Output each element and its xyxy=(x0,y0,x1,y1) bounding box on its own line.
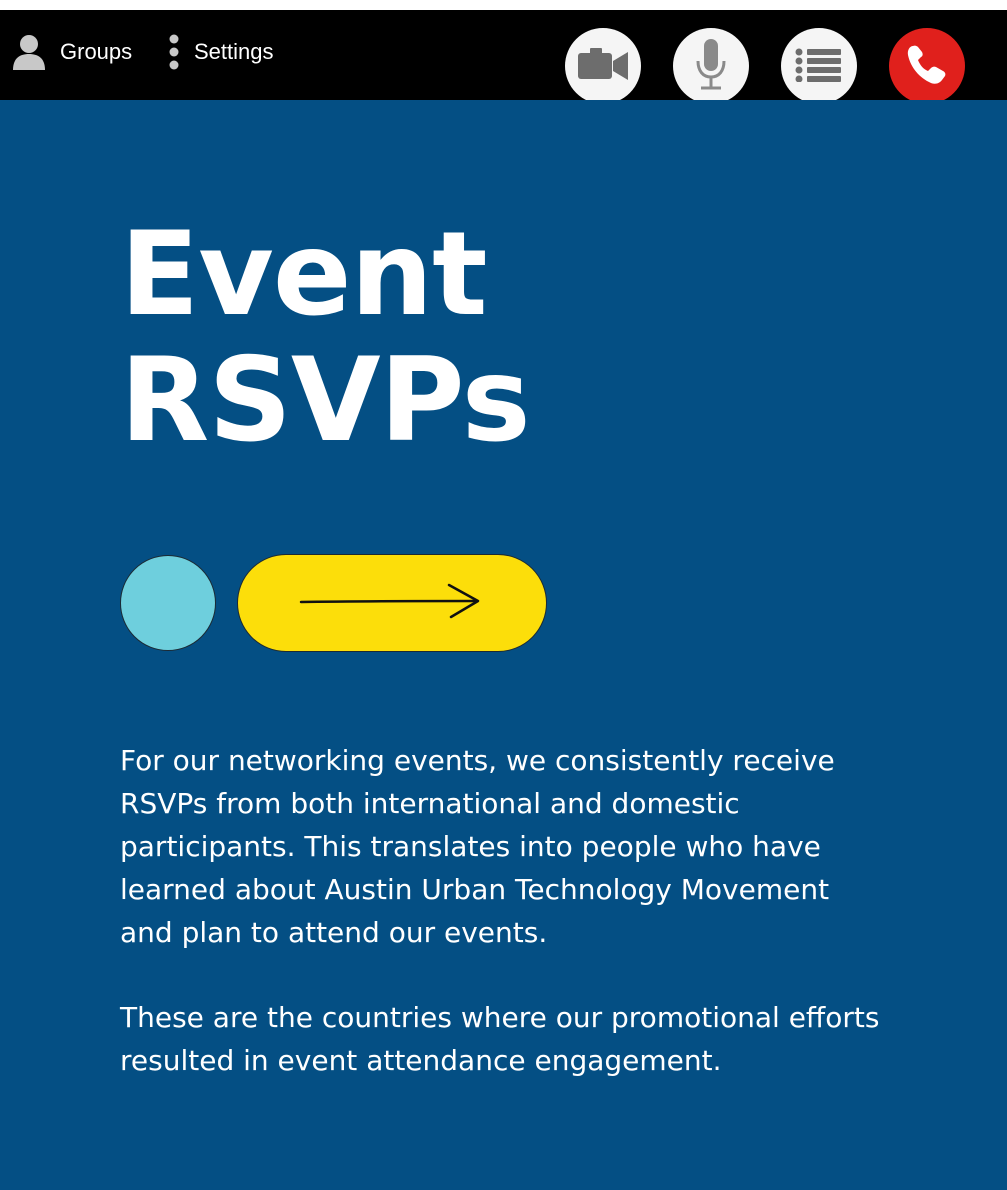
arrow-right-icon xyxy=(297,581,487,626)
microphone-button[interactable] xyxy=(673,28,749,104)
vertical-dots-icon xyxy=(168,34,180,70)
intro-paragraph: For our networking events, we consistent… xyxy=(120,744,835,949)
next-arrow-button[interactable] xyxy=(237,554,547,652)
settings-label: Settings xyxy=(194,39,274,64)
settings-menu[interactable]: Settings xyxy=(168,32,274,72)
video-button[interactable] xyxy=(565,28,641,104)
title-line-2: RSVPs xyxy=(120,333,531,468)
hang-up-button[interactable] xyxy=(889,28,965,104)
decorative-circle xyxy=(120,555,216,651)
person-icon xyxy=(12,34,46,70)
video-camera-icon xyxy=(576,47,630,85)
slide-title: Event RSVPs xyxy=(120,212,531,464)
phone-hangup-icon xyxy=(905,43,949,90)
groups-label: Groups xyxy=(60,39,133,64)
slide: Event RSVPs For our networking events, w… xyxy=(0,100,1007,1190)
call-toolbar: Groups Settings xyxy=(0,10,1007,104)
microphone-icon xyxy=(694,37,728,96)
countries-paragraph: These are the countries where our promot… xyxy=(120,1001,880,1077)
list-icon xyxy=(795,48,843,85)
title-line-1: Event xyxy=(120,207,488,342)
list-button[interactable] xyxy=(781,28,857,104)
groups-menu[interactable]: Groups xyxy=(12,32,132,72)
